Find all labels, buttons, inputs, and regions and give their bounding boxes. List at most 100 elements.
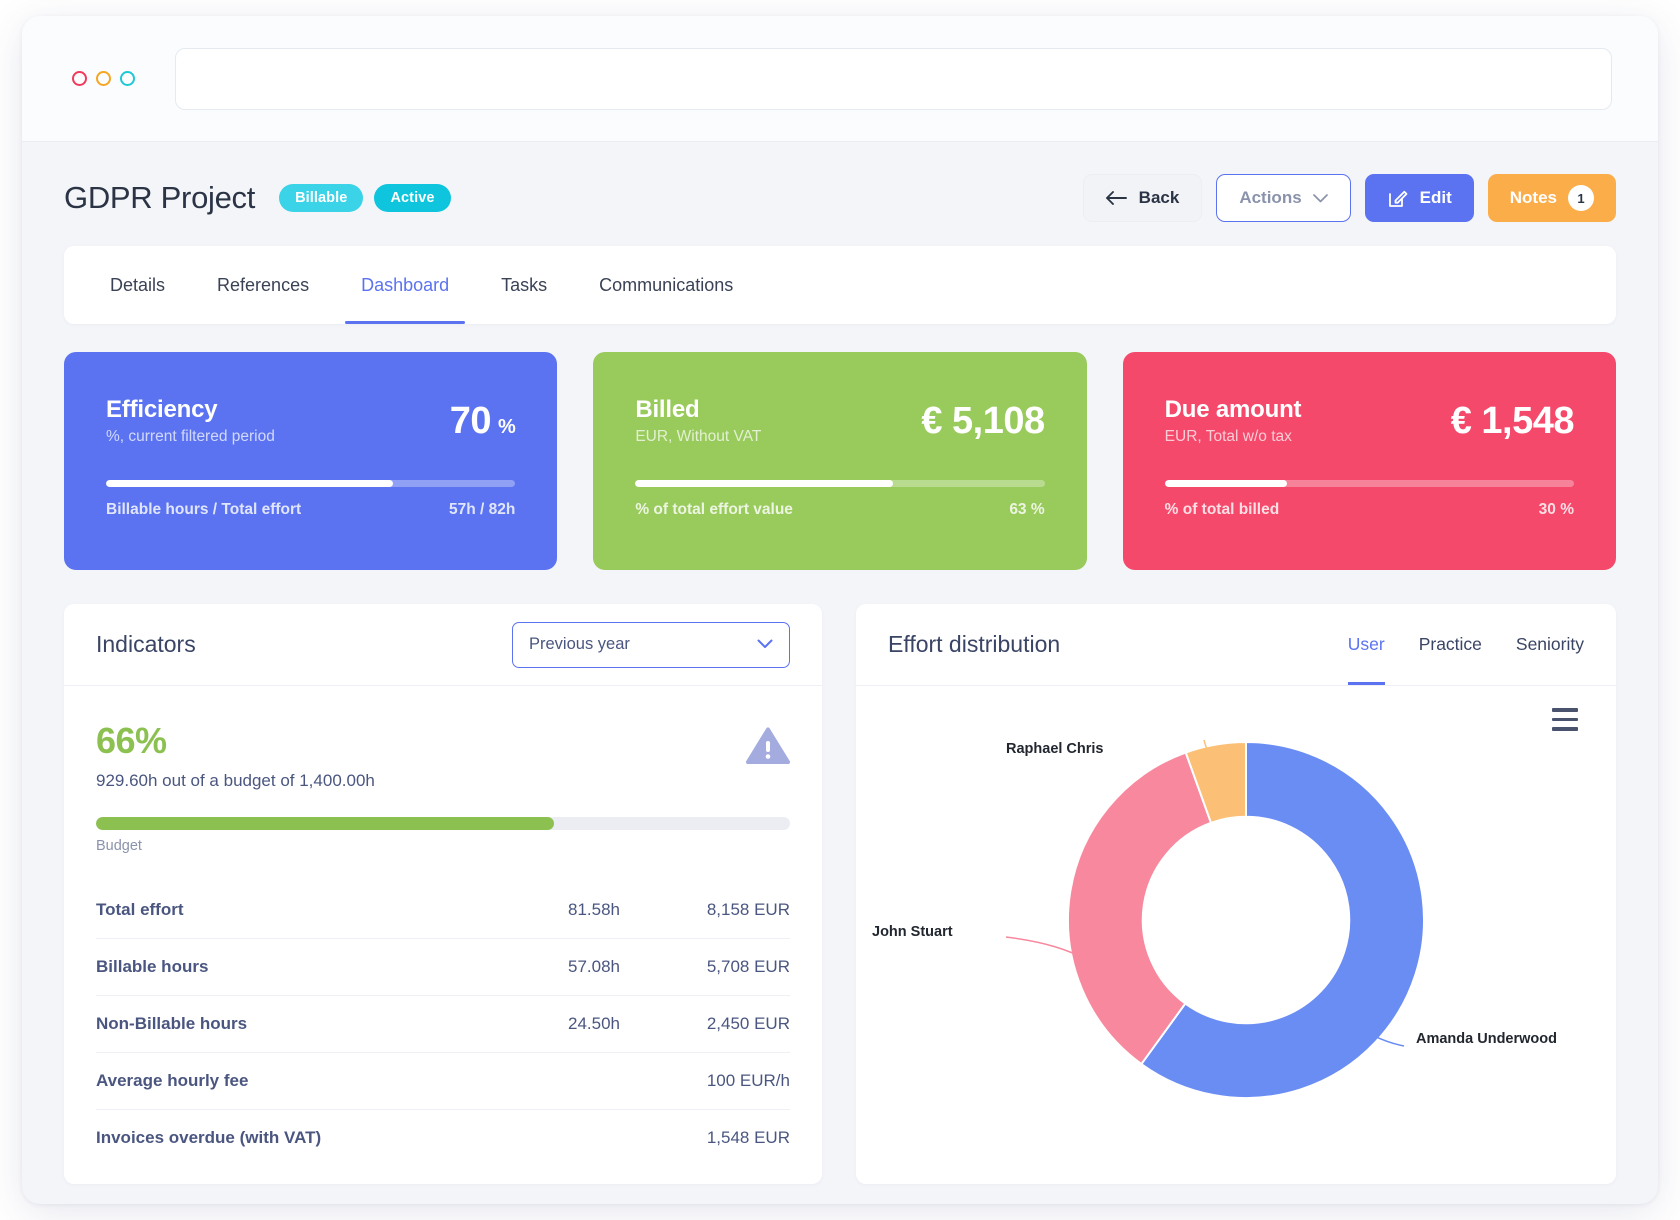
kpi-subtitle: %, current filtered period: [106, 428, 275, 445]
budget-description: 929.60h out of a budget of 1,400.00h: [96, 771, 375, 790]
row-hours: 81.58h: [440, 882, 620, 939]
indicators-table: Total effort 81.58h 8,158 EUR Billable h…: [96, 882, 790, 1166]
tab-tasks[interactable]: Tasks: [485, 246, 563, 324]
notes-button-label: Notes: [1509, 188, 1557, 207]
indicators-body: 66% 929.60h out of a budget of 1,400.00h: [64, 686, 822, 1184]
kpi-unit: %: [498, 416, 516, 438]
window-traffic-lights: [72, 71, 135, 86]
kpi-subtitle: EUR, Total w/o tax: [1164, 428, 1292, 445]
effort-title: Effort distribution: [888, 631, 1061, 657]
table-row: Non-Billable hours 24.50h 2,450 EUR: [96, 995, 790, 1053]
app-window: GDPR Project Billable Active Back Action…: [22, 16, 1658, 1204]
row-hours: [440, 1110, 620, 1167]
period-select-value: Previous year: [529, 635, 630, 653]
status-badges: Billable Active: [279, 184, 451, 212]
row-amount: 100 EUR/h: [620, 1052, 790, 1110]
actions-button[interactable]: Actions: [1216, 174, 1351, 222]
row-label: Average hourly fee: [96, 1052, 440, 1110]
minimize-icon[interactable]: [96, 71, 111, 86]
indicators-panel: Indicators Previous year 66% 929.60h out…: [64, 604, 822, 1184]
donut-chart: Raphael Chris John Stuart Amanda Underwo…: [856, 686, 1616, 1156]
kpi-progress-track: [1164, 480, 1574, 487]
kpi-card-due-amount: Due amount EUR, Total w/o tax € 1,548 % …: [1122, 352, 1616, 570]
kpi-progress-track: [635, 480, 1045, 487]
tab-details[interactable]: Details: [94, 246, 181, 324]
actions-button-label: Actions: [1239, 188, 1302, 207]
notes-button[interactable]: Notes 1: [1487, 174, 1616, 222]
browser-chrome: [22, 16, 1658, 142]
tab-user[interactable]: User: [1347, 604, 1385, 685]
row-hours: [440, 1052, 620, 1110]
table-row: Average hourly fee 100 EUR/h: [96, 1052, 790, 1110]
table-row: Billable hours 57.08h 5,708 EUR: [96, 938, 790, 996]
kpi-cards: Efficiency %, current filtered period 70…: [64, 352, 1616, 570]
period-select[interactable]: Previous year: [512, 621, 790, 668]
page-content: GDPR Project Billable Active Back Action…: [22, 142, 1658, 1184]
kpi-value: 70: [449, 400, 492, 442]
tab-dashboard[interactable]: Dashboard: [345, 246, 466, 324]
edit-button[interactable]: Edit: [1364, 174, 1474, 222]
donut-label-amanda-underwood: Amanda Underwood: [1416, 1031, 1557, 1047]
budget-bar-label: Budget: [96, 838, 142, 854]
donut-label-john-stuart: John Stuart: [872, 924, 953, 940]
kpi-title: Due amount: [1164, 396, 1302, 423]
edit-button-label: Edit: [1419, 188, 1452, 207]
tab-references[interactable]: References: [201, 246, 325, 324]
indicators-title: Indicators: [96, 631, 196, 657]
back-button-label: Back: [1138, 188, 1180, 207]
row-amount: 1,548 EUR: [706, 1128, 790, 1147]
edit-pencil-icon: [1387, 187, 1409, 209]
tab-practice[interactable]: Practice: [1419, 604, 1482, 685]
row-amount: 5,708 EUR: [620, 938, 790, 996]
effort-tab-bar: User Practice Seniority: [1347, 604, 1584, 685]
kpi-foot-label: % of total billed: [1164, 501, 1280, 518]
row-amount: 2,450 EUR: [620, 995, 790, 1053]
kpi-progress-track: [106, 480, 516, 487]
row-hours: 57.08h: [440, 938, 620, 996]
warning-triangle-icon: [746, 726, 790, 771]
chart-menu-icon[interactable]: [1552, 708, 1578, 737]
status-badge-billable: Billable: [279, 184, 364, 212]
row-hours: 24.50h: [440, 995, 620, 1053]
maximize-icon[interactable]: [120, 71, 135, 86]
kpi-title: Efficiency: [106, 396, 218, 423]
chevron-down-icon: [757, 635, 773, 654]
kpi-card-billed: Billed EUR, Without VAT € 5,108 % of tot…: [593, 352, 1087, 570]
kpi-foot-label: Billable hours / Total effort: [106, 501, 302, 518]
donut-chart-svg: [1005, 739, 1425, 1099]
row-label: Total effort: [96, 882, 440, 939]
tab-seniority[interactable]: Seniority: [1516, 604, 1584, 685]
effort-distribution-panel: Effort distribution User Practice Senior…: [856, 604, 1616, 1184]
page-title: GDPR Project: [64, 180, 256, 215]
chevron-down-icon: [1312, 193, 1328, 203]
row-label: Billable hours: [96, 938, 440, 996]
tab-bar: Details References Dashboard Tasks Commu…: [64, 246, 1616, 324]
close-icon[interactable]: [72, 71, 87, 86]
header-actions: Back Actions Edit Notes 1: [1082, 174, 1616, 222]
url-input[interactable]: [175, 47, 1612, 110]
indicators-header: Indicators Previous year: [64, 604, 822, 686]
table-row: Invoices overdue (with VAT) 1,548 EUR: [96, 1110, 790, 1167]
budget-progress-fill: [96, 817, 555, 830]
kpi-card-efficiency: Efficiency %, current filtered period 70…: [64, 352, 558, 570]
kpi-foot-value: 57h / 82h: [448, 501, 516, 518]
donut-label-raphael-chris: Raphael Chris: [1006, 741, 1104, 757]
kpi-foot-value: 30 %: [1538, 501, 1574, 518]
notes-count-badge: 1: [1568, 185, 1594, 211]
table-row: Total effort 81.58h 8,158 EUR: [96, 882, 790, 939]
kpi-progress-fill: [106, 480, 393, 487]
kpi-progress-fill: [1164, 480, 1288, 487]
budget-progress-track: [96, 817, 790, 830]
back-button[interactable]: Back: [1082, 174, 1203, 222]
kpi-foot-value: 63 %: [1009, 501, 1045, 518]
kpi-progress-fill: [635, 480, 894, 487]
dashboard-panels: Indicators Previous year 66% 929.60h out…: [64, 604, 1616, 1184]
kpi-value: € 1,548: [1450, 400, 1575, 442]
status-badge-active: Active: [374, 184, 451, 212]
tab-communications[interactable]: Communications: [583, 246, 749, 324]
row-label: Non-Billable hours: [96, 995, 440, 1053]
row-label: Invoices overdue (with VAT): [96, 1128, 322, 1147]
kpi-value-group: 70 %: [450, 396, 516, 443]
kpi-value: € 5,108: [921, 400, 1045, 442]
kpi-value-group: € 1,548: [1450, 396, 1575, 443]
